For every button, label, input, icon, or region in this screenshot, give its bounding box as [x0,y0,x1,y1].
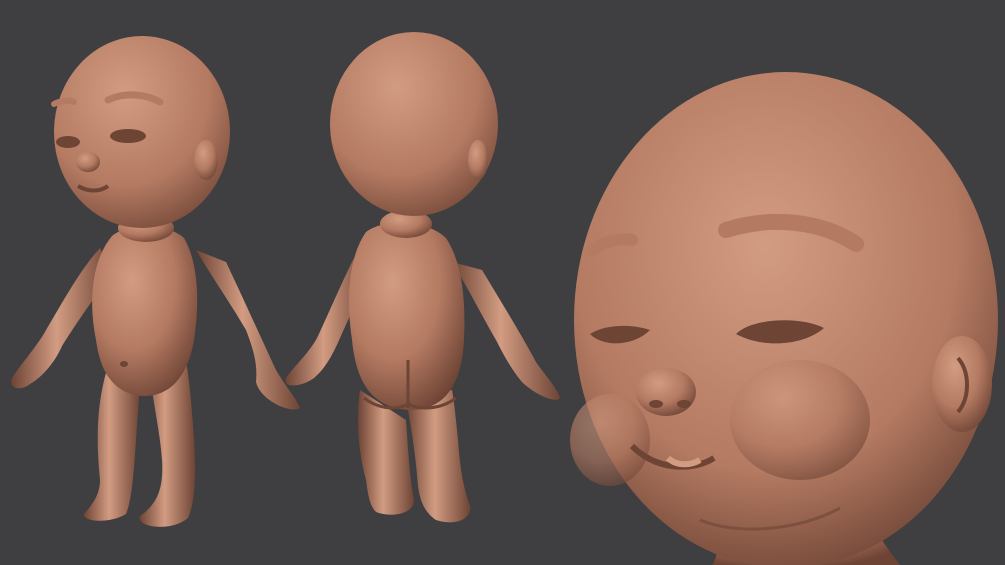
sculpt-render-canvas [0,0,1005,565]
render-svg [0,0,1005,565]
